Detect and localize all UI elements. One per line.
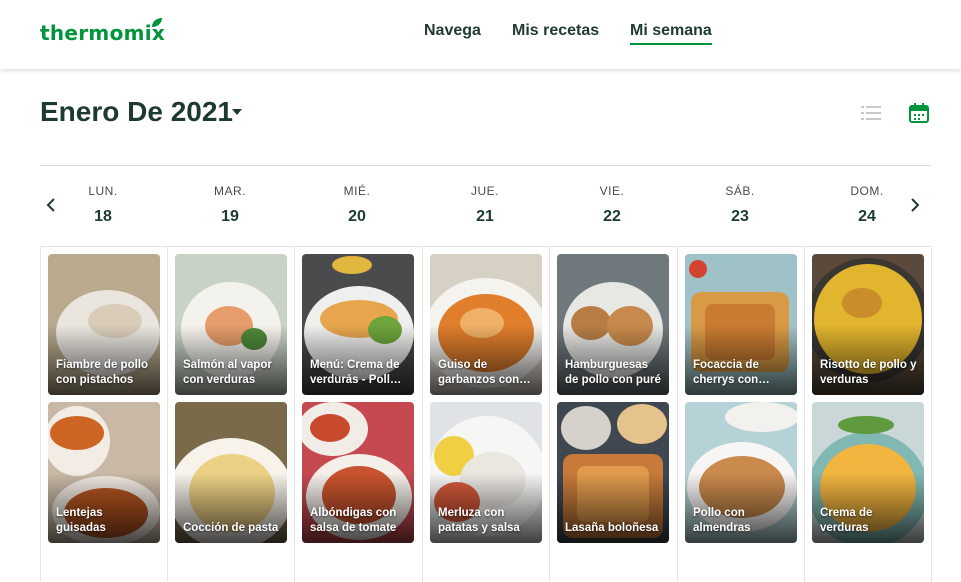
grid-top-line [40, 246, 931, 247]
day-abbr: LUN. [88, 184, 118, 198]
recipe-card[interactable]: Lentejas guisadas [48, 402, 160, 543]
recipe-card[interactable]: Risotto de pollo y verduras [812, 254, 924, 395]
day-abbr: DOM. [850, 184, 884, 198]
recipe-title: Lasaña boloñesa [565, 522, 659, 534]
list-view-icon[interactable] [860, 102, 882, 124]
nav-mi-semana[interactable]: Mi semana [630, 22, 712, 45]
nav-navega[interactable]: Navega [424, 22, 481, 40]
grid-column-line [167, 246, 168, 582]
day-abbr: JUE. [470, 184, 499, 198]
recipe-card[interactable]: Cocción de pasta [175, 402, 287, 543]
thermomix-logo[interactable]: thermomix [40, 18, 166, 45]
recipe-card[interactable]: Hamburguesas de pollo con puré [557, 254, 669, 395]
recipe-card[interactable]: Focaccia de cherrys con aceitunas [685, 254, 797, 395]
recipe-card[interactable]: Pollo con almendras [685, 402, 797, 543]
day-abbr: VIE. [599, 184, 625, 198]
grid-column-line [422, 246, 423, 582]
day-header[interactable]: MAR. 19 [190, 184, 270, 226]
recipe-title: Focaccia de cherrys con aceitunas [693, 359, 759, 386]
grid-column-line [549, 246, 550, 582]
day-number: 24 [858, 208, 876, 225]
day-abbr: MIÉ. [343, 184, 371, 198]
recipe-card[interactable]: Menú: Crema de verdurás - Pollo con verd… [302, 254, 414, 395]
day-header[interactable]: JUE. 21 [445, 184, 525, 226]
day-number: 18 [94, 208, 112, 225]
recipe-card[interactable]: Merluza con patatas y salsa [430, 402, 542, 543]
recipe-title: Hamburguesas de pollo con puré [565, 359, 661, 386]
day-abbr: MAR. [214, 184, 246, 198]
grid-column-line [677, 246, 678, 582]
day-number: 20 [348, 208, 366, 225]
recipe-card[interactable]: Fiambre de pollo con pistachos [48, 254, 160, 395]
recipe-title: Salmón al vapor con verduras [183, 359, 272, 386]
day-abbr: SÁB. [725, 184, 755, 198]
recipe-card[interactable]: Lasaña boloñesa [557, 402, 669, 543]
day-header[interactable]: DOM. 24 [827, 184, 907, 226]
recipe-title: Pollo con almendras [693, 507, 751, 534]
recipe-card[interactable]: Crema de verduras [812, 402, 924, 543]
day-number: 21 [476, 208, 494, 225]
recipe-title: Guiso de garbanzos con chorizo [438, 359, 520, 386]
month-title[interactable]: Enero De 2021 [40, 96, 233, 128]
recipe-title: Risotto de pollo y verduras [820, 359, 917, 386]
day-header[interactable]: SÁB. 23 [700, 184, 780, 226]
grid-column-line [294, 246, 295, 582]
recipe-title: Merluza con patatas y salsa [438, 507, 520, 534]
recipe-card[interactable]: Albóndigas con salsa de tomate [302, 402, 414, 543]
day-header[interactable]: MIÉ. 20 [317, 184, 397, 226]
day-header[interactable]: VIE. 22 [572, 184, 652, 226]
recipe-title: Cocción de pasta [183, 522, 279, 534]
recipe-title: Fiambre de pollo con pistachos [56, 359, 149, 386]
day-number: 22 [603, 208, 621, 225]
nav-mis-recetas[interactable]: Mis recetas [512, 22, 599, 40]
recipe-title: Menú: Crema de verdurás - Pollo con verd… [310, 359, 400, 386]
recipe-card[interactable]: Salmón al vapor con verduras [175, 254, 287, 395]
chevron-left-icon[interactable] [45, 197, 57, 213]
leaf-icon [152, 18, 162, 27]
chevron-right-icon[interactable] [909, 197, 921, 213]
header-divider [40, 165, 931, 166]
calendar-view-icon[interactable] [908, 102, 930, 124]
recipe-title: Lentejas guisadas [56, 507, 106, 534]
recipe-title: Crema de verduras [820, 507, 873, 534]
logo-text: thermomix [40, 21, 166, 45]
top-navigation-bar: thermomix Navega Mis recetas Mi semana [0, 0, 961, 69]
grid-column-line [804, 246, 805, 582]
day-header[interactable]: LUN. 18 [63, 184, 143, 226]
grid-column-line [40, 246, 41, 582]
day-number: 19 [221, 208, 239, 225]
grid-column-line [931, 246, 932, 582]
recipe-title: Albóndigas con salsa de tomate [310, 507, 397, 534]
day-number: 23 [731, 208, 749, 225]
recipe-card[interactable]: Guiso de garbanzos con chorizo [430, 254, 542, 395]
chevron-down-icon[interactable] [232, 109, 242, 115]
